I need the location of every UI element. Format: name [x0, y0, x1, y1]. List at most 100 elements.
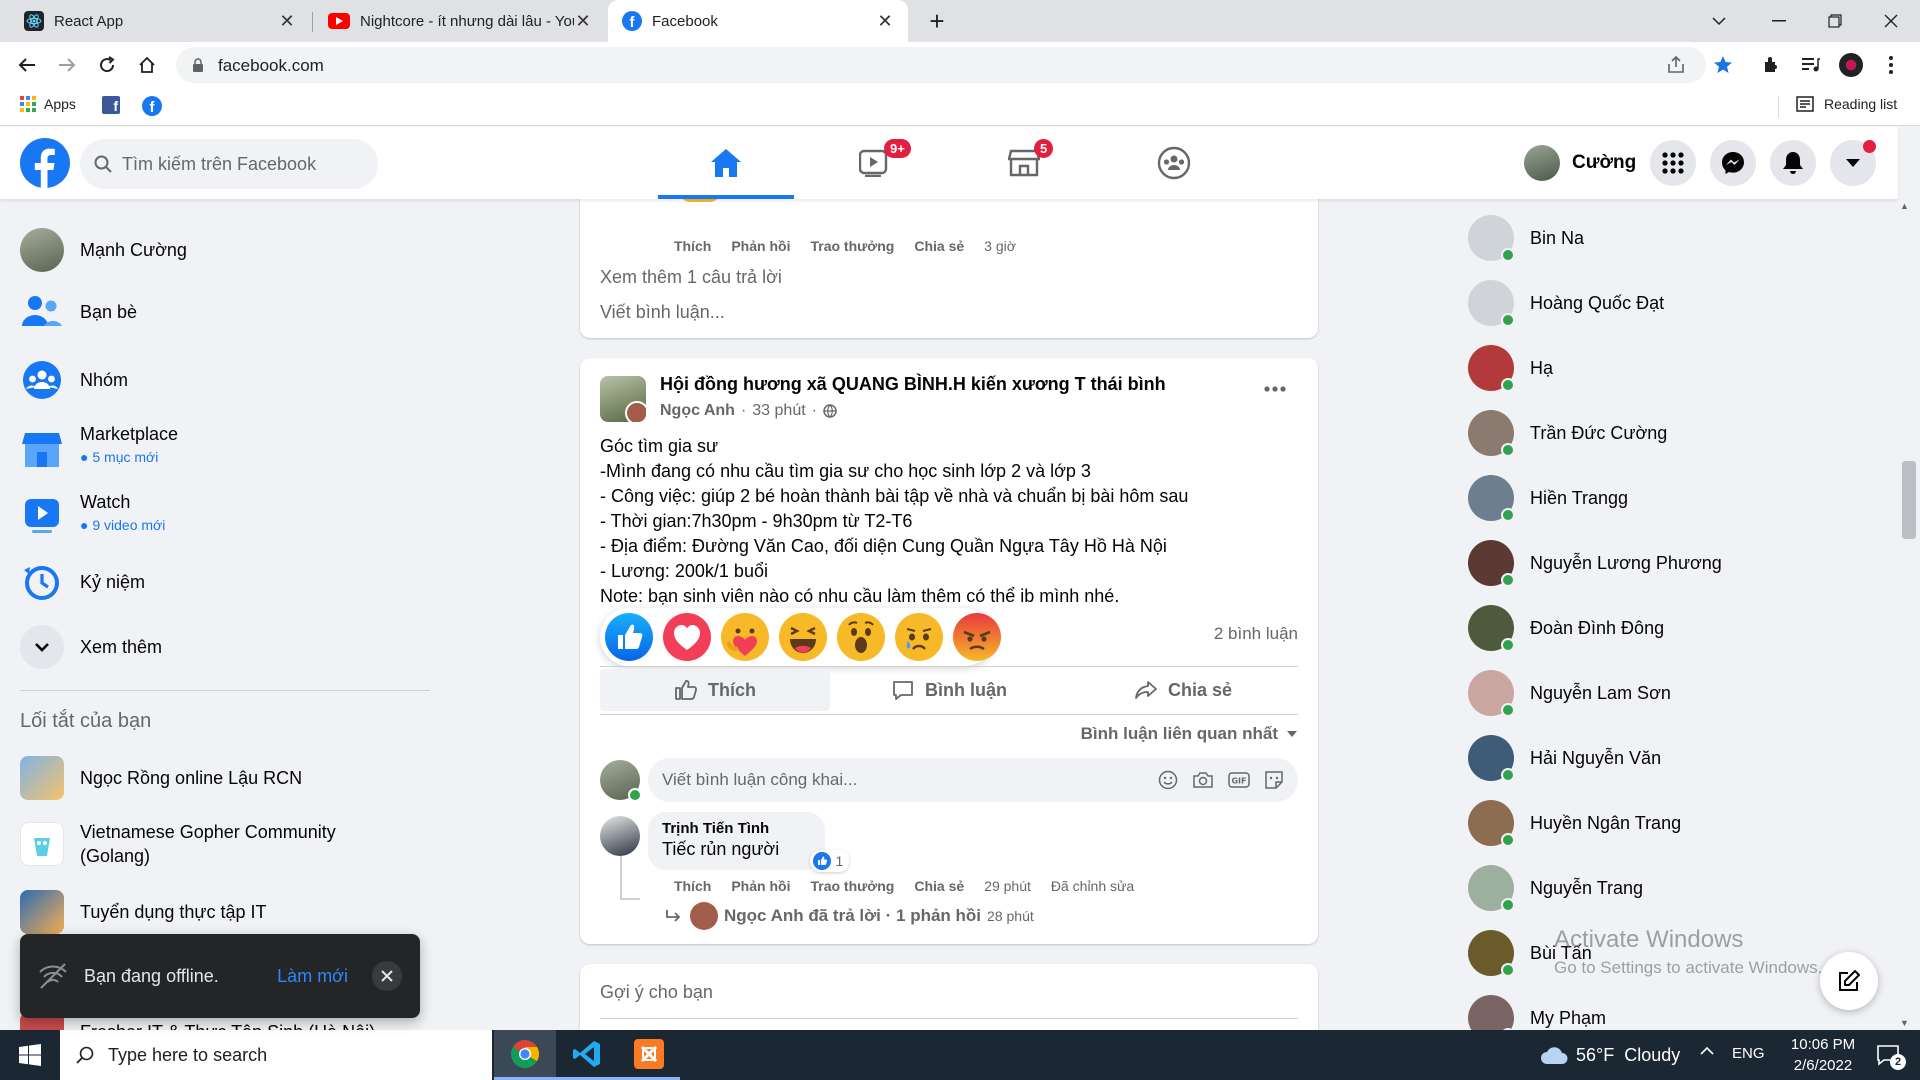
- notifications-button[interactable]: [1770, 140, 1816, 186]
- reward-link[interactable]: Trao thưởng: [810, 878, 894, 894]
- bookmark-apps[interactable]: Apps: [20, 96, 76, 112]
- share-link[interactable]: Chia sẻ: [914, 238, 964, 254]
- sidebar-item-watch[interactable]: Watch ● 9 video mới: [20, 492, 165, 536]
- close-tab-icon[interactable]: ✕: [278, 11, 296, 31]
- comment-sort[interactable]: Bình luận liên quan nhất: [1081, 724, 1298, 744]
- view-replies[interactable]: Ngọc Anh đã trả lời · 1 phản hồi 28 phút: [664, 902, 1034, 930]
- minimize-icon[interactable]: [1754, 0, 1804, 42]
- shortcut-item[interactable]: Ngọc Rồng online Lậu RCN: [20, 756, 302, 800]
- reply-link[interactable]: Phản hồi: [731, 238, 790, 254]
- haha-reaction-icon[interactable]: [778, 612, 828, 662]
- sad-reaction-icon[interactable]: [894, 612, 944, 662]
- camera-icon[interactable]: [1192, 770, 1214, 790]
- sidebar-item-friends[interactable]: Bạn bè: [20, 294, 137, 330]
- media-control-icon[interactable]: [1796, 50, 1826, 80]
- contact-item[interactable]: Nguyễn Lương Phương: [1468, 538, 1722, 588]
- like-link[interactable]: Thích: [674, 238, 711, 254]
- bookmark-facebook-square[interactable]: f: [102, 96, 120, 114]
- new-tab-button[interactable]: +: [922, 6, 952, 36]
- comment-input[interactable]: Viết bình luận công khai... GIF: [648, 758, 1298, 802]
- profile-avatar-icon[interactable]: [1836, 50, 1866, 80]
- comment-reactions[interactable]: 1: [810, 850, 850, 872]
- angry-reaction-icon[interactable]: [952, 612, 1002, 662]
- contact-item[interactable]: Hạ: [1468, 343, 1553, 393]
- reload-icon[interactable]: [92, 50, 122, 80]
- gif-icon[interactable]: GIF: [1228, 770, 1250, 790]
- contact-item[interactable]: Hiền Trangg: [1468, 473, 1628, 523]
- bookmark-facebook[interactable]: f: [142, 96, 162, 116]
- care-reaction-icon[interactable]: [720, 612, 770, 662]
- nav-marketplace[interactable]: 5: [956, 127, 1092, 199]
- contact-item[interactable]: Đoàn Đình Đông: [1468, 603, 1664, 653]
- sticker-icon[interactable]: [1264, 770, 1284, 790]
- facebook-search[interactable]: Tìm kiếm trên Facebook: [80, 139, 378, 189]
- sidebar-profile[interactable]: Mạnh Cường: [20, 228, 187, 272]
- browser-menu-icon[interactable]: [1876, 50, 1906, 80]
- scroll-up-arrow-icon[interactable]: ▲: [1900, 201, 1909, 211]
- group-avatar[interactable]: [600, 376, 646, 422]
- nav-groups[interactable]: [1106, 127, 1242, 199]
- account-button[interactable]: [1830, 140, 1876, 186]
- like-reaction-icon[interactable]: [604, 612, 654, 662]
- tab-react-app[interactable]: React App ✕: [10, 0, 310, 42]
- restore-icon[interactable]: [1810, 0, 1860, 42]
- like-link[interactable]: Thích: [674, 878, 711, 894]
- contact-item[interactable]: Nguyễn Lam Sơn: [1468, 668, 1671, 718]
- close-window-icon[interactable]: [1866, 0, 1916, 42]
- write-comment-link[interactable]: Viết bình luận...: [600, 302, 725, 323]
- close-tab-icon[interactable]: ✕: [574, 11, 592, 31]
- like-button[interactable]: Thích: [600, 669, 830, 711]
- messenger-button[interactable]: [1710, 140, 1756, 186]
- nav-home[interactable]: [658, 127, 794, 199]
- taskbar-chrome[interactable]: [494, 1030, 556, 1080]
- contact-item[interactable]: Trần Đức Cường: [1468, 408, 1667, 458]
- taskbar-search[interactable]: Type here to search: [60, 1030, 492, 1080]
- contact-item[interactable]: Huyền Ngân Trang: [1468, 798, 1681, 848]
- refresh-link[interactable]: Làm mới: [277, 966, 348, 987]
- close-icon[interactable]: [372, 961, 402, 991]
- shortcut-item[interactable]: Tuyển dụng thực tập IT: [20, 890, 267, 934]
- contact-item[interactable]: Hải Nguyễn Văn: [1468, 733, 1661, 783]
- share-icon[interactable]: [1666, 55, 1686, 75]
- new-message-button[interactable]: [1820, 952, 1878, 1010]
- profile-button[interactable]: Cường: [1520, 143, 1646, 183]
- start-button[interactable]: [0, 1030, 60, 1080]
- author-avatar[interactable]: [625, 401, 646, 422]
- contact-item[interactable]: Bin Na: [1468, 213, 1584, 263]
- sidebar-see-more[interactable]: Xem thêm: [20, 625, 162, 669]
- taskbar-vscode[interactable]: [556, 1030, 618, 1080]
- post-time[interactable]: 33 phút: [752, 402, 805, 420]
- clock[interactable]: 10:06 PM 2/6/2022: [1778, 1034, 1868, 1076]
- comment-count[interactable]: 2 bình luận: [1214, 624, 1298, 644]
- contact-item[interactable]: Hoàng Quốc Đạt: [1468, 278, 1664, 328]
- share-link[interactable]: Chia sẻ: [914, 878, 964, 894]
- home-icon[interactable]: [132, 50, 162, 80]
- scrollbar[interactable]: ▲ ▼: [1898, 199, 1920, 1030]
- emoji-icon[interactable]: [1158, 770, 1178, 790]
- comment-author[interactable]: Trịnh Tiến Tình: [662, 820, 811, 837]
- facebook-logo[interactable]: [20, 138, 70, 188]
- weather-widget[interactable]: 56°F Cloudy: [1540, 1030, 1680, 1080]
- extensions-icon[interactable]: [1756, 50, 1786, 80]
- group-name[interactable]: Hội đồng hương xã QUANG BÌNH.H kiến xươn…: [660, 374, 1166, 395]
- back-icon[interactable]: [12, 50, 42, 80]
- sidebar-item-memories[interactable]: Kỷ niệm: [20, 560, 145, 604]
- share-button[interactable]: Chia sẻ: [1068, 669, 1298, 711]
- tray-chevron-icon[interactable]: [1700, 1046, 1714, 1055]
- bookmark-star-icon[interactable]: [1708, 50, 1738, 80]
- taskbar-xampp[interactable]: [618, 1030, 680, 1080]
- tab-youtube[interactable]: Nightcore - ít nhưng dài lâu - You ✕: [314, 0, 606, 42]
- contact-item[interactable]: Nguyễn Trang: [1468, 863, 1643, 913]
- nav-watch[interactable]: 9+: [806, 127, 942, 199]
- sidebar-item-marketplace[interactable]: Marketplace ● 5 mục mới: [20, 424, 178, 470]
- language-indicator[interactable]: ENG: [1732, 1045, 1765, 1062]
- scrollbar-thumb[interactable]: [1902, 461, 1916, 539]
- sidebar-item-groups[interactable]: Nhóm: [20, 358, 128, 402]
- reading-list[interactable]: Reading list: [1796, 96, 1897, 112]
- scroll-down-arrow-icon[interactable]: ▼: [1900, 1018, 1909, 1028]
- tab-facebook[interactable]: f Facebook ✕: [608, 0, 908, 42]
- forward-icon[interactable]: [52, 50, 82, 80]
- author-name[interactable]: Ngọc Anh: [660, 402, 735, 420]
- view-more-replies[interactable]: Xem thêm 1 câu trả lời: [600, 267, 782, 288]
- avatar[interactable]: [600, 816, 640, 856]
